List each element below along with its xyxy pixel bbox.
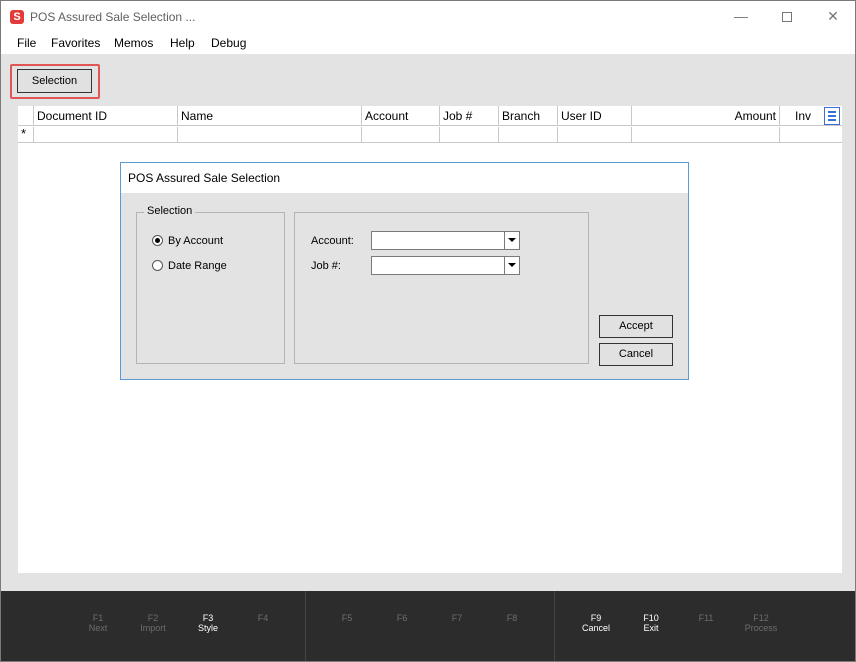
fkey-label: Next <box>88 623 108 633</box>
column-job[interactable]: Job # <box>439 106 498 126</box>
job-combobox[interactable] <box>371 256 520 275</box>
column-amount[interactable]: Amount <box>631 106 779 126</box>
maximize-icon <box>782 12 792 23</box>
fkey-key: F11 <box>698 613 714 623</box>
job-label: Job #: <box>311 260 341 272</box>
fkey-f7[interactable]: F7 <box>427 613 487 623</box>
fkey-key: F5 <box>341 613 353 623</box>
new-row[interactable]: * <box>18 126 842 143</box>
column-user-id[interactable]: User ID <box>557 106 631 126</box>
maximize-button[interactable] <box>764 1 810 33</box>
fkey-f5[interactable]: F5 <box>317 613 377 623</box>
radio-by-account-label: By Account <box>168 235 224 247</box>
fkey-f10[interactable]: F10 Exit <box>621 613 681 633</box>
chevron-down-icon[interactable] <box>504 257 519 274</box>
selection-button[interactable]: Selection <box>17 69 92 93</box>
column-account[interactable]: Account <box>361 106 439 126</box>
account-label: Account: <box>311 235 354 247</box>
fkey-f9[interactable]: F9 Cancel <box>566 613 626 633</box>
radio-unchecked-icon[interactable] <box>152 260 163 271</box>
fkey-key: F3 <box>202 613 214 623</box>
fkey-key: F7 <box>451 613 463 623</box>
dialog-title: POS Assured Sale Selection <box>121 163 688 193</box>
fkey-f6[interactable]: F6 <box>372 613 432 623</box>
selection-group: Selection By Account Date Range <box>136 205 285 364</box>
fkey-key: F12 <box>753 613 769 623</box>
menu-debug[interactable]: Debug <box>211 36 246 50</box>
fkey-key: F4 <box>257 613 269 623</box>
fkey-f4[interactable]: F4 <box>233 613 293 623</box>
fkey-f8[interactable]: F8 <box>482 613 542 623</box>
chevron-down-icon[interactable] <box>504 232 519 249</box>
fkey-key: F8 <box>506 613 518 623</box>
menu-bar: File Favorites Memos Help Debug <box>1 33 855 54</box>
app-window: S POS Assured Sale Selection ... — ✕ Fil… <box>0 0 856 662</box>
fkey-f3[interactable]: F3 Style <box>178 613 238 633</box>
new-row-marker: * <box>21 126 27 141</box>
account-combobox[interactable] <box>371 231 520 250</box>
minimize-button[interactable]: — <box>718 1 764 33</box>
fkey-f11[interactable]: F11 <box>676 613 736 623</box>
fkey-f2[interactable]: F2 Import <box>123 613 183 633</box>
close-button[interactable]: ✕ <box>810 1 855 33</box>
toolbar: Selection <box>1 54 855 106</box>
radio-checked-icon[interactable] <box>152 235 163 246</box>
menu-favorites[interactable]: Favorites <box>51 36 100 50</box>
fkey-label: Process <box>744 623 778 633</box>
grid-header: Document ID Name Account Job # Branch Us… <box>18 106 842 126</box>
menu-help[interactable]: Help <box>170 36 195 50</box>
fkey-label: Import <box>140 623 166 633</box>
window-title: POS Assured Sale Selection ... <box>30 10 196 24</box>
column-name[interactable]: Name <box>177 106 361 126</box>
fkey-label: Cancel <box>581 623 610 633</box>
fkey-label: Style <box>197 623 218 633</box>
app-logo-icon: S <box>10 10 24 24</box>
fkey-key: F9 <box>590 613 602 623</box>
fkey-label: Exit <box>643 623 659 633</box>
menu-file[interactable]: File <box>17 36 36 50</box>
fkey-f1[interactable]: F1 Next <box>68 613 128 633</box>
criteria-group: Account: Job #: <box>294 212 589 364</box>
fkey-key: F2 <box>147 613 159 623</box>
column-branch[interactable]: Branch <box>498 106 557 126</box>
column-inv[interactable]: Inv <box>779 106 823 126</box>
menu-memos[interactable]: Memos <box>114 36 153 50</box>
selection-group-legend: Selection <box>144 205 196 217</box>
assured-sale-selection-dialog: POS Assured Sale Selection Selection By … <box>120 162 689 380</box>
column-chooser-icon[interactable] <box>824 107 840 125</box>
accept-button[interactable]: Accept <box>599 315 673 338</box>
fkey-key: F1 <box>92 613 104 623</box>
title-bar: S POS Assured Sale Selection ... — ✕ <box>1 1 855 33</box>
fkey-key: F10 <box>643 613 659 623</box>
column-document-id[interactable]: Document ID <box>33 106 177 126</box>
radio-date-range-label: Date Range <box>168 260 227 272</box>
cancel-button[interactable]: Cancel <box>599 343 673 366</box>
fkey-key: F6 <box>396 613 408 623</box>
function-key-bar: F1 Next F2 Import F3 Style F4 F5 F6 F7 F8 F9 Cancel F… <box>1 591 855 661</box>
fkey-f12[interactable]: F12 Process <box>731 613 791 633</box>
